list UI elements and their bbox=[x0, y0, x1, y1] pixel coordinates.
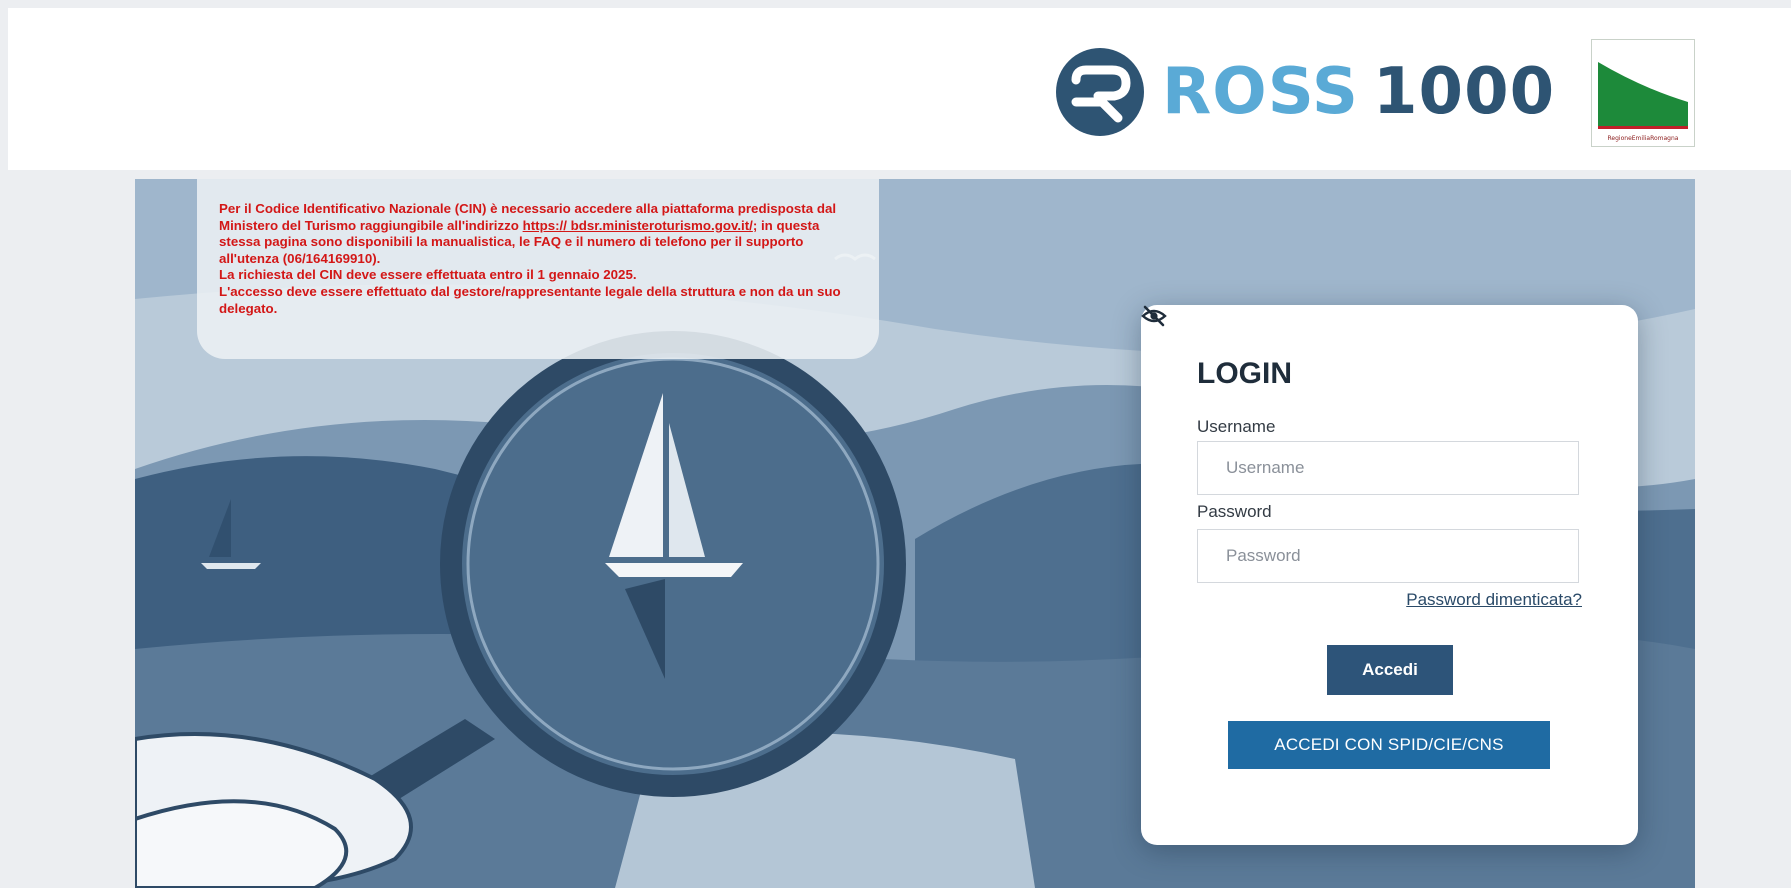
accedi-button[interactable]: Accedi bbox=[1327, 645, 1453, 695]
header: ROSS 1000 RegioneEmiliaRomagna bbox=[8, 8, 1791, 170]
forgot-password-link[interactable]: Password dimenticata? bbox=[1406, 590, 1582, 610]
cin-notice-box: Per il Codice Identificativo Nazionale (… bbox=[197, 179, 879, 359]
username-input[interactable] bbox=[1197, 441, 1579, 495]
brand-wordmark: ROSS 1000 bbox=[1162, 60, 1555, 124]
ross-1000-logo[interactable]: ROSS 1000 bbox=[1054, 44, 1555, 140]
page: ROSS 1000 RegioneEmiliaRomagna Per il Co… bbox=[0, 0, 1791, 888]
ministero-link[interactable]: https:// bdsr.ministeroturismo.gov.it/ bbox=[523, 218, 753, 233]
notice-line-4: L'accesso deve essere effettuato dal ges… bbox=[219, 283, 841, 316]
spid-cie-cns-login-button[interactable]: ACCEDI CON SPID/CIE/CNS bbox=[1228, 721, 1550, 769]
password-label: Password bbox=[1197, 502, 1272, 521]
password-input[interactable] bbox=[1197, 529, 1579, 583]
eye-slash-icon[interactable] bbox=[1141, 305, 1167, 327]
brand-number: 1000 bbox=[1373, 55, 1556, 129]
ross-logo-icon bbox=[1056, 48, 1144, 136]
region-caption: RegioneEmiliaRomagna bbox=[1607, 135, 1679, 142]
cin-notice-text: Per il Codice Identificativo Nazionale (… bbox=[219, 201, 859, 317]
region-emilia-romagna-logo: RegioneEmiliaRomagna bbox=[1591, 39, 1695, 147]
login-card: LOGIN Username Password Password dimenti… bbox=[1141, 305, 1638, 845]
region-flag-icon bbox=[1598, 46, 1688, 129]
login-title: LOGIN bbox=[1197, 357, 1292, 390]
hero-illustration: Per il Codice Identificativo Nazionale (… bbox=[135, 179, 1695, 888]
brand-name: ROSS bbox=[1162, 55, 1359, 129]
notice-line-3: La richiesta del CIN deve essere effettu… bbox=[219, 267, 637, 283]
username-label: Username bbox=[1197, 417, 1276, 436]
